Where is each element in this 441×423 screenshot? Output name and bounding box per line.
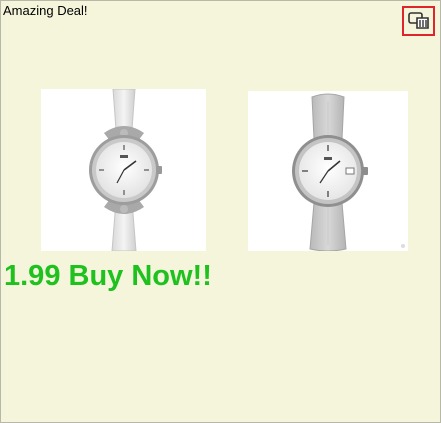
product-image-1[interactable] [41,89,206,251]
slim-leather-watch-icon [41,89,206,251]
ad-choices-button[interactable] [402,6,435,36]
ad-title: Amazing Deal! [3,3,88,18]
product-image-2[interactable] [248,91,408,251]
ad-choices-icon [407,12,429,29]
ad-frame: Amazing Deal! 1.99 Buy Now!! [0,0,441,423]
buy-now-cta[interactable]: 1.99 Buy Now!! [4,256,212,296]
leather-watch-icon [248,91,408,251]
